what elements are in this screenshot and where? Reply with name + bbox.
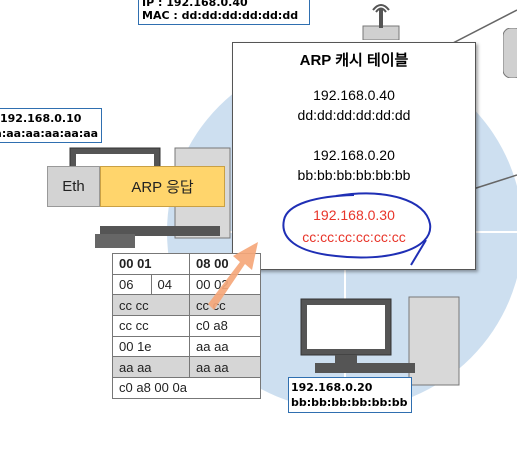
table-row: cc cc c0 a8 xyxy=(111,315,261,337)
top-host-mac: MAC : dd:dd:dd:dd:dd:dd xyxy=(142,9,299,22)
hex-cell: aa aa xyxy=(189,335,261,358)
arp-reply-payload: ARP 응답 xyxy=(100,166,225,207)
computer-icon xyxy=(300,296,460,386)
hex-cell: c0 a8 xyxy=(189,315,261,337)
cache-entry-ip: 192.168.0.20 xyxy=(313,147,395,163)
cache-entry-mac: bb:bb:bb:bb:bb:bb xyxy=(297,167,411,183)
hex-cell: 00 1e xyxy=(111,335,191,358)
hex-cell: 06 xyxy=(112,273,152,296)
highlight-circle xyxy=(282,192,432,266)
cache-entry-mac: dd:dd:dd:dd:dd:dd xyxy=(297,107,411,123)
router-icon xyxy=(362,4,400,40)
device-edge-icon xyxy=(503,28,517,78)
bottom-host-mac: bb:bb:bb:bb:bb:bb xyxy=(291,396,408,409)
ethernet-frame: Eth ARP 응답 xyxy=(47,166,225,207)
cache-table-title: ARP 캐시 테이블 xyxy=(299,52,409,69)
hex-cell: 00 01 xyxy=(111,253,191,275)
hex-cell: c0 a8 00 0a xyxy=(112,377,261,399)
table-row: 00 1e aa aa xyxy=(111,335,261,358)
update-arrow xyxy=(208,242,258,310)
hex-cell: cc cc xyxy=(111,315,191,337)
table-row: aa aa aa aa xyxy=(111,356,261,379)
hex-cell: aa aa xyxy=(189,356,261,379)
left-host-mac: aa:aa:aa:aa:aa:aa xyxy=(0,127,99,140)
hex-cell: 04 xyxy=(150,273,191,296)
left-host-ip: 192.168.0.10 xyxy=(0,112,82,125)
cache-entry-ip: 192.168.0.40 xyxy=(313,87,395,103)
eth-header: Eth xyxy=(47,166,100,207)
hex-cell: aa aa xyxy=(111,356,191,379)
top-host-ip: IP : 192.168.0.40 xyxy=(142,0,248,9)
hex-cell: cc cc xyxy=(111,294,191,317)
table-row: c0 a8 00 0a xyxy=(112,377,261,399)
bottom-host-ip: 192.168.0.20 xyxy=(291,381,373,394)
